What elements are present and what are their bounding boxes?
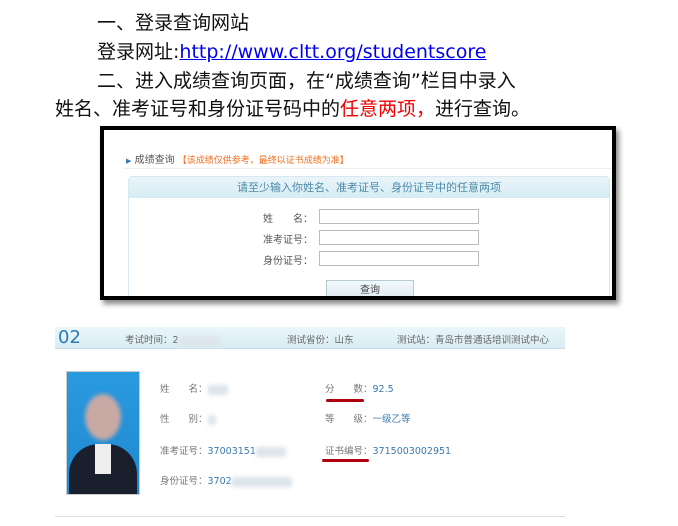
query-section-title: ▶ 成绩查询 【该成绩仅供参考，最终以证书成绩为准】 <box>126 151 349 166</box>
name-label: 姓 名： <box>263 214 313 225</box>
query-band: 请至少输入你姓名、准考证号、身份证号中的任意两项 <box>129 177 609 198</box>
step2-end: 进行查询。 <box>435 98 531 120</box>
province: 测试省份：山东 <box>287 335 354 346</box>
url-line: 登录网址:http://www.cltt.org/studentscore <box>97 37 486 64</box>
level-row: 等 级：一级乙等 <box>325 414 411 425</box>
step1-heading: 一、登录查询网站 <box>97 12 250 34</box>
name-row: 姓 名： <box>160 381 228 395</box>
step2-text: 姓名、准考证号和身份证号码中的 <box>55 98 341 120</box>
divider <box>55 516 565 517</box>
step2-highlight: 任意两项， <box>340 98 436 120</box>
query-button[interactable]: 查询 <box>326 280 414 296</box>
candidate-photo <box>66 371 140 495</box>
query-panel: 请至少输入你姓名、准考证号、身份证号中的任意两项 姓 名： 准考证号： 身份证号… <box>128 176 610 296</box>
query-title: 成绩查询 <box>134 155 175 166</box>
query-page-screenshot: ▶ 成绩查询 【该成绩仅供参考，最终以证书成绩为准】 请至少输入你姓名、准考证号… <box>100 126 616 300</box>
gender-row: 性 别： <box>160 411 216 425</box>
cert-underline <box>322 459 369 462</box>
id-row: 身份证号：3702 <box>160 473 292 487</box>
ticket-input[interactable] <box>319 230 479 245</box>
divider <box>124 168 612 169</box>
id-input[interactable] <box>319 251 479 266</box>
step2-continuation: 姓名、准考证号和身份证号码中的任意两项，进行查询。 <box>55 94 530 121</box>
url-label: 登录网址: <box>97 41 180 63</box>
cert-row: 证书编号：3715003002951 <box>325 446 452 457</box>
score-row: 分 数：92.5 <box>325 384 394 395</box>
query-notice: 【该成绩仅供参考，最终以证书成绩为准】 <box>177 156 349 166</box>
triangle-icon: ▶ <box>126 157 132 165</box>
ticket-row: 准考证号：37003151 <box>160 443 286 457</box>
score-underline <box>326 399 364 402</box>
name-input[interactable] <box>319 209 479 224</box>
step2-heading: 二、进入成绩查询页面，在“成绩查询”栏目中录入 <box>97 70 516 92</box>
station: 测试站：青岛市普通话培训测试中心 <box>397 335 550 346</box>
id-label: 身份证号： <box>263 256 313 267</box>
url-link[interactable]: http://www.cltt.org/studentscore <box>179 41 486 63</box>
ticket-label: 准考证号： <box>263 235 313 246</box>
result-header: 02 考试时间：2 测试省份：山东 测试站：青岛市普通话培训测试中心 <box>55 327 565 349</box>
exam-time: 考试时间：2 <box>125 332 219 346</box>
result-index: 02 <box>58 327 81 348</box>
